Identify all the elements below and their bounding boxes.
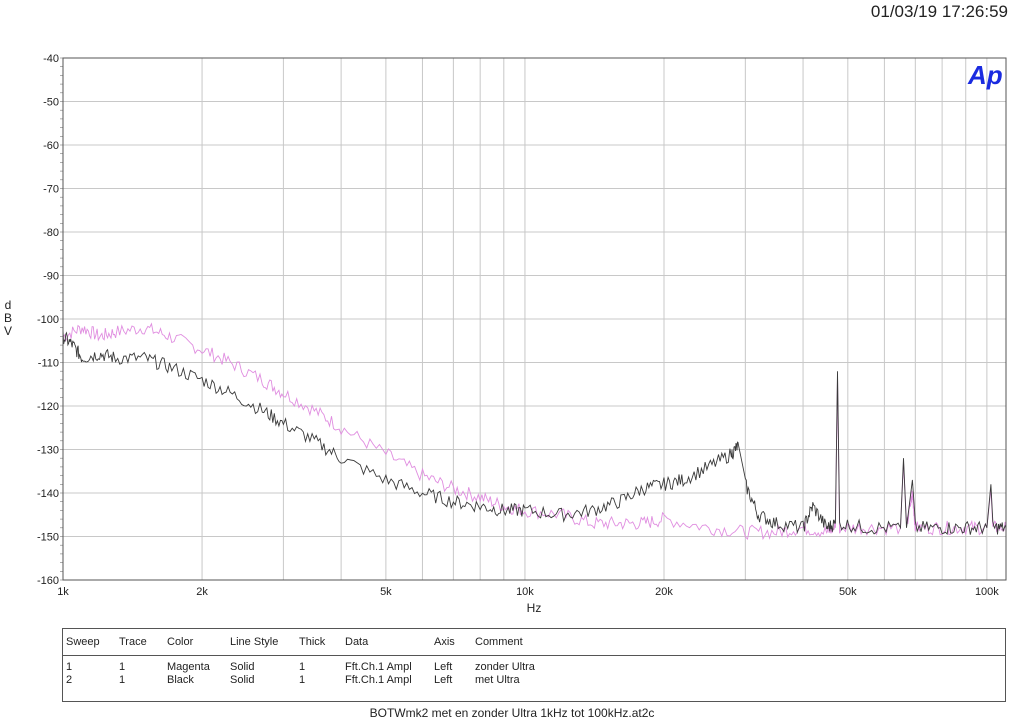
legend-cell: Fft.Ch.1 Ampl (345, 674, 412, 686)
series-line-1 (62, 322, 1007, 541)
x-tick-label: 100k (975, 586, 999, 598)
legend-cell: 1 (66, 661, 73, 673)
legend-cell: Magenta (167, 661, 210, 673)
logo: Ap (967, 60, 1003, 90)
legend-cell: 2 (66, 674, 73, 686)
legend-cell: 1 (119, 674, 126, 686)
x-tick-label: 10k (516, 586, 534, 598)
legend-cell: 1 (119, 661, 126, 673)
legend-header-cell: Data (342, 629, 431, 656)
y-tick-label: -70 (43, 184, 59, 196)
legend-cell: Black (167, 674, 194, 686)
x-tick-labels: 1k 2k 5k 10k 20k 50k 100k (57, 586, 999, 598)
y-tick-label: -160 (37, 575, 59, 587)
legend-row: 2 1 Black Solid 1 Fft.Ch.1 Ampl Left met Ultra (63, 674, 1005, 687)
y-tick-label: -140 (37, 488, 59, 500)
legend-header-cell: Axis (431, 629, 472, 656)
legend-header-cell: Comment (472, 629, 1005, 656)
x-axis-title: Hz (527, 601, 542, 615)
y-axis-title: dBV (4, 298, 12, 338)
file-name-footer: BOTWmk2 met en zonder Ultra 1kHz tot 100… (369, 706, 655, 720)
x-tick-label: 20k (655, 586, 673, 598)
legend-table: Sweep Trace Color Line Style Thick Data Axis Co… (62, 628, 1006, 702)
series-lines (62, 322, 1007, 541)
y-tick-label: -50 (43, 97, 59, 109)
y-tick-label: -100 (37, 314, 59, 326)
legend-cell: Fft.Ch.1 Ampl (345, 661, 412, 673)
legend-row: 1 1 Magenta Solid 1 Fft.Ch.1 Ampl Left zonder U… (63, 661, 1005, 674)
legend-header-cell: Thick (296, 629, 342, 656)
legend-header-cell: Color (164, 629, 227, 656)
legend-header-cell: Trace (116, 629, 164, 656)
legend-cell: 1 (299, 674, 306, 686)
y-tick-labels: -40 -50 -60 -70 -80 -90 -100 -110 -120 -130 -140 -1… (37, 53, 59, 587)
legend-cell: Solid (230, 661, 255, 673)
x-tick-label: 50k (839, 586, 857, 598)
fft-chart: -40 -50 -60 -70 -80 -90 -100 -110 -120 -130 -140 -1… (4, 53, 1007, 615)
x-tick-label: 1k (57, 586, 69, 598)
legend-cell: Left (434, 674, 453, 686)
y-tick-label: -150 (37, 532, 59, 544)
legend-header-row: Sweep Trace Color Line Style Thick Data Axis Co… (63, 629, 1005, 656)
legend-cell: zonder Ultra (475, 661, 535, 673)
legend-cell: Solid (230, 674, 255, 686)
x-tick-label: 2k (196, 586, 208, 598)
legend-header-cell: Sweep (63, 629, 116, 656)
y-tick-label: -110 (38, 358, 59, 370)
legend-cell: Left (434, 661, 453, 673)
y-tick-label: -40 (43, 53, 59, 65)
y-tick-label: -60 (43, 140, 59, 152)
y-tick-label: -80 (43, 227, 59, 239)
legend-header-cell: Line Style (227, 629, 296, 656)
x-tick-label: 5k (380, 586, 392, 598)
grid-lines (60, 57, 1006, 581)
legend-cell: met Ultra (475, 674, 520, 686)
y-tick-label: -90 (43, 271, 59, 283)
series-line-2 (62, 330, 1007, 535)
y-tick-label: -120 (37, 401, 59, 413)
y-tick-label: -130 (37, 445, 59, 457)
legend-cell: 1 (299, 661, 306, 673)
svg-text:dBV: dBV (4, 298, 12, 338)
